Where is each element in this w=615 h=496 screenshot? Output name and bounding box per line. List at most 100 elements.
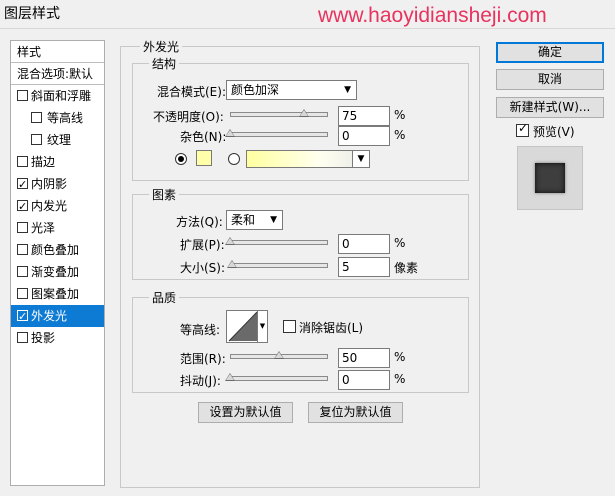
window-title: 图层样式 (4, 6, 60, 22)
spread-label: 扩展(P): (180, 238, 225, 252)
inner-shadow-checkbox[interactable] (17, 174, 28, 196)
color-overlay-checkbox[interactable] (17, 244, 28, 255)
noise-slider-thumb[interactable] (225, 129, 235, 137)
antialias-label: 消除锯齿(L) (299, 321, 364, 335)
style-item-label: 内发光 (31, 199, 68, 213)
style-item-drop-shadow[interactable]: 投影 (11, 327, 104, 349)
jitter-slider-track[interactable] (230, 376, 328, 381)
style-list: 样式 混合选项:默认 斜面和浮雕 等高线 纹理 描边 内阴影 内发光 光泽 颜色… (10, 40, 105, 486)
ok-button[interactable]: 确定 (496, 42, 604, 63)
styles-header[interactable]: 样式 (11, 41, 104, 63)
gradient-picker[interactable]: ▼ (246, 150, 370, 168)
style-item-label: 光泽 (31, 221, 56, 235)
spread-slider-track[interactable] (230, 240, 328, 245)
blend-options-default[interactable]: 混合选项:默认 (11, 63, 104, 85)
cancel-button[interactable]: 取消 (496, 69, 604, 90)
opacity-slider-track[interactable] (230, 112, 328, 117)
style-item-bevel-emboss[interactable]: 斜面和浮雕 (11, 85, 104, 107)
outer-glow-checkbox[interactable] (17, 306, 28, 328)
style-item-color-overlay[interactable]: 颜色叠加 (11, 239, 104, 261)
style-item-inner-glow[interactable]: 内发光 (11, 195, 104, 218)
texture-checkbox[interactable] (31, 134, 42, 145)
spread-percent: % (394, 236, 406, 250)
style-item-label: 投影 (31, 331, 56, 345)
style-item-satin[interactable]: 光泽 (11, 217, 104, 239)
style-item-label: 颜色叠加 (31, 243, 80, 257)
watermark: www.haoyidiansheji.com (318, 4, 547, 27)
size-input[interactable]: 5 (338, 257, 390, 277)
styles-header-label: 样式 (17, 45, 42, 59)
jitter-slider-thumb[interactable] (225, 373, 235, 381)
jitter-label: 抖动(J): (180, 374, 221, 388)
drop-shadow-checkbox[interactable] (17, 332, 28, 343)
style-item-contour[interactable]: 等高线 (11, 107, 104, 129)
contour-picker[interactable]: ▼ (226, 310, 268, 343)
chevron-down-icon[interactable]: ▼ (352, 151, 369, 167)
style-item-outer-glow[interactable]: 外发光 (11, 305, 104, 328)
stroke-checkbox[interactable] (17, 156, 28, 167)
spread-input[interactable]: 0 (338, 234, 390, 254)
technique-label: 方法(Q): (176, 215, 223, 229)
noise-input[interactable]: 0 (338, 126, 390, 146)
technique-value: 柔和 (231, 213, 256, 227)
reset-default-button[interactable]: 复位为默认值 (308, 402, 403, 423)
chevron-down-icon: ▼ (270, 215, 277, 225)
preview-label: 预览(V) (533, 125, 575, 139)
make-default-button[interactable]: 设置为默认值 (198, 402, 293, 423)
noise-label: 杂色(N): (180, 130, 227, 144)
gradient-radio[interactable] (228, 153, 240, 165)
blend-mode-value: 颜色加深 (231, 83, 280, 97)
noise-slider-track[interactable] (230, 132, 328, 137)
new-style-button[interactable]: 新建样式(W)... (496, 97, 604, 118)
opacity-label: 不透明度(O): (153, 110, 224, 124)
gradient-overlay-checkbox[interactable] (17, 266, 28, 277)
opacity-input[interactable]: 75 (338, 106, 390, 126)
style-item-label: 内阴影 (31, 177, 68, 191)
blend-mode-label: 混合模式(E): (157, 85, 226, 99)
range-slider-thumb[interactable] (274, 351, 284, 359)
size-slider-track[interactable] (230, 263, 328, 268)
style-item-label: 纹理 (47, 133, 72, 147)
satin-checkbox[interactable] (17, 222, 28, 233)
chevron-down-icon[interactable]: ▼ (257, 311, 267, 342)
contour-label: 等高线: (180, 323, 221, 337)
opacity-percent: % (394, 108, 406, 122)
pattern-overlay-checkbox[interactable] (17, 288, 28, 299)
jitter-percent: % (394, 372, 406, 386)
noise-percent: % (394, 128, 406, 142)
style-item-label: 斜面和浮雕 (31, 89, 92, 103)
size-label: 大小(S): (180, 261, 226, 275)
bevel-emboss-checkbox[interactable] (17, 90, 28, 101)
solid-color-radio[interactable] (175, 153, 187, 165)
size-slider-thumb[interactable] (226, 260, 237, 268)
contour-curve-icon (228, 311, 258, 342)
antialias-checkbox[interactable] (283, 320, 296, 333)
contour-checkbox[interactable] (31, 112, 42, 123)
opacity-slider-thumb[interactable] (298, 109, 309, 117)
inner-glow-checkbox[interactable] (17, 196, 28, 218)
glow-color-swatch[interactable] (196, 150, 212, 166)
spread-slider-thumb[interactable] (225, 237, 235, 245)
style-item-label: 图案叠加 (31, 287, 80, 301)
technique-select[interactable]: 柔和 ▼ (226, 210, 283, 230)
style-item-inner-shadow[interactable]: 内阴影 (11, 173, 104, 196)
style-item-pattern-overlay[interactable]: 图案叠加 (11, 283, 104, 305)
style-item-stroke[interactable]: 描边 (11, 151, 104, 173)
title-divider (0, 28, 615, 29)
range-percent: % (394, 350, 406, 364)
blend-mode-select[interactable]: 颜色加深 ▼ (226, 80, 357, 100)
elements-title: 图素 (149, 186, 180, 203)
style-item-gradient-overlay[interactable]: 渐变叠加 (11, 261, 104, 283)
jitter-input[interactable]: 0 (338, 370, 390, 390)
size-unit: 像素 (394, 261, 419, 275)
range-label: 范围(R): (180, 352, 226, 366)
chevron-down-icon: ▼ (344, 85, 351, 95)
quality-title: 品质 (149, 289, 180, 306)
style-item-label: 等高线 (47, 111, 84, 125)
preview-checkbox[interactable] (516, 121, 529, 137)
style-item-texture[interactable]: 纹理 (11, 129, 104, 151)
blend-options-label: 混合选项:默认 (17, 67, 94, 81)
structure-title: 结构 (149, 55, 180, 72)
style-item-label: 渐变叠加 (31, 265, 80, 279)
range-input[interactable]: 50 (338, 348, 390, 368)
